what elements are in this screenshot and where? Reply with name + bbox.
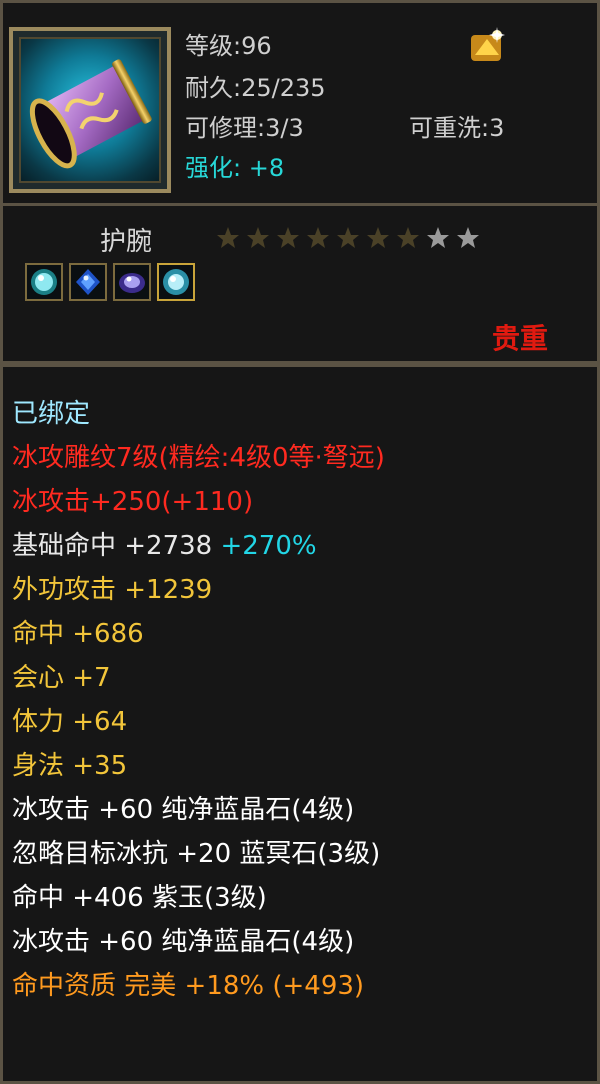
star-empty-icon	[427, 227, 449, 248]
outer-attack-line: 外功攻击 +1239	[12, 575, 213, 605]
gem-slot[interactable]	[69, 263, 107, 301]
item-enhance-level: 强化: +8	[185, 154, 285, 182]
rarity-label: 贵重	[492, 322, 549, 355]
item-reroll-count: 可重洗:3	[409, 114, 505, 142]
gem-stat-line: 冰攻击 +60 纯净蓝晶石(4级)	[12, 927, 355, 957]
star-filled-icon	[367, 227, 389, 248]
star-empty-icon	[457, 227, 479, 248]
crit-line: 会心 +7	[12, 663, 111, 693]
star-filled-icon	[307, 227, 329, 248]
star-rating	[215, 225, 481, 251]
engrave-line: 冰攻雕纹7级(精绘:4级0等·弩远)	[12, 443, 385, 473]
gem-slot[interactable]	[113, 263, 151, 301]
base-hit-line: 基础命中 +2738 +270%	[12, 524, 385, 568]
stamina-line: 体力 +64	[12, 707, 128, 737]
star-filled-icon	[217, 227, 239, 248]
item-icon-frame[interactable]	[9, 27, 171, 193]
gem-stat-line: 冰攻击 +60 纯净蓝晶石(4级)	[12, 795, 355, 825]
bracer-icon	[19, 37, 161, 183]
item-durability: 耐久:25/235	[185, 74, 326, 102]
gem-cyan-icon	[31, 269, 57, 295]
item-level: 等级:96	[185, 32, 272, 60]
item-header-panel: 等级:96 耐久:25/235 可修理:3/3 可重洗:3 强化: +8	[0, 0, 600, 206]
item-name: 护腕	[100, 227, 153, 257]
gem-blue-icon	[76, 269, 100, 295]
star-filled-icon	[337, 227, 359, 248]
stat-list: 已绑定 冰攻雕纹7级(精绘:4级0等·弩远) 冰攻击+250(+110) 基础命…	[12, 392, 385, 1008]
gem-teal-icon	[163, 269, 189, 295]
star-filled-icon	[277, 227, 299, 248]
item-name-panel: 护腕 贵重	[0, 206, 600, 364]
base-hit-value: 基础命中 +2738	[12, 531, 213, 561]
bound-status: 已绑定	[12, 399, 91, 429]
star-filled-icon	[397, 227, 419, 248]
base-hit-percent: +270%	[220, 531, 317, 561]
sparkle-icon	[465, 25, 509, 69]
ice-attack-main: 冰攻击+250(+110)	[12, 487, 254, 517]
hit-line: 命中 +686	[12, 619, 144, 649]
agility-line: 身法 +35	[12, 751, 128, 781]
gem-slot[interactable]	[157, 263, 195, 301]
gem-purple-icon	[119, 273, 145, 293]
gem-stat-line: 命中 +406 紫玉(3级)	[12, 883, 267, 913]
star-filled-icon	[247, 227, 269, 248]
gem-stat-line: 忽略目标冰抗 +20 蓝冥石(3级)	[12, 839, 381, 869]
item-repair-count: 可修理:3/3	[185, 114, 304, 142]
aptitude-line: 命中资质 完美 +18% (+493)	[12, 971, 365, 1001]
item-stats-panel: 已绑定 冰攻雕纹7级(精绘:4级0等·弩远) 冰攻击+250(+110) 基础命…	[0, 364, 600, 1084]
gem-slots	[25, 263, 195, 301]
gem-slot[interactable]	[25, 263, 63, 301]
